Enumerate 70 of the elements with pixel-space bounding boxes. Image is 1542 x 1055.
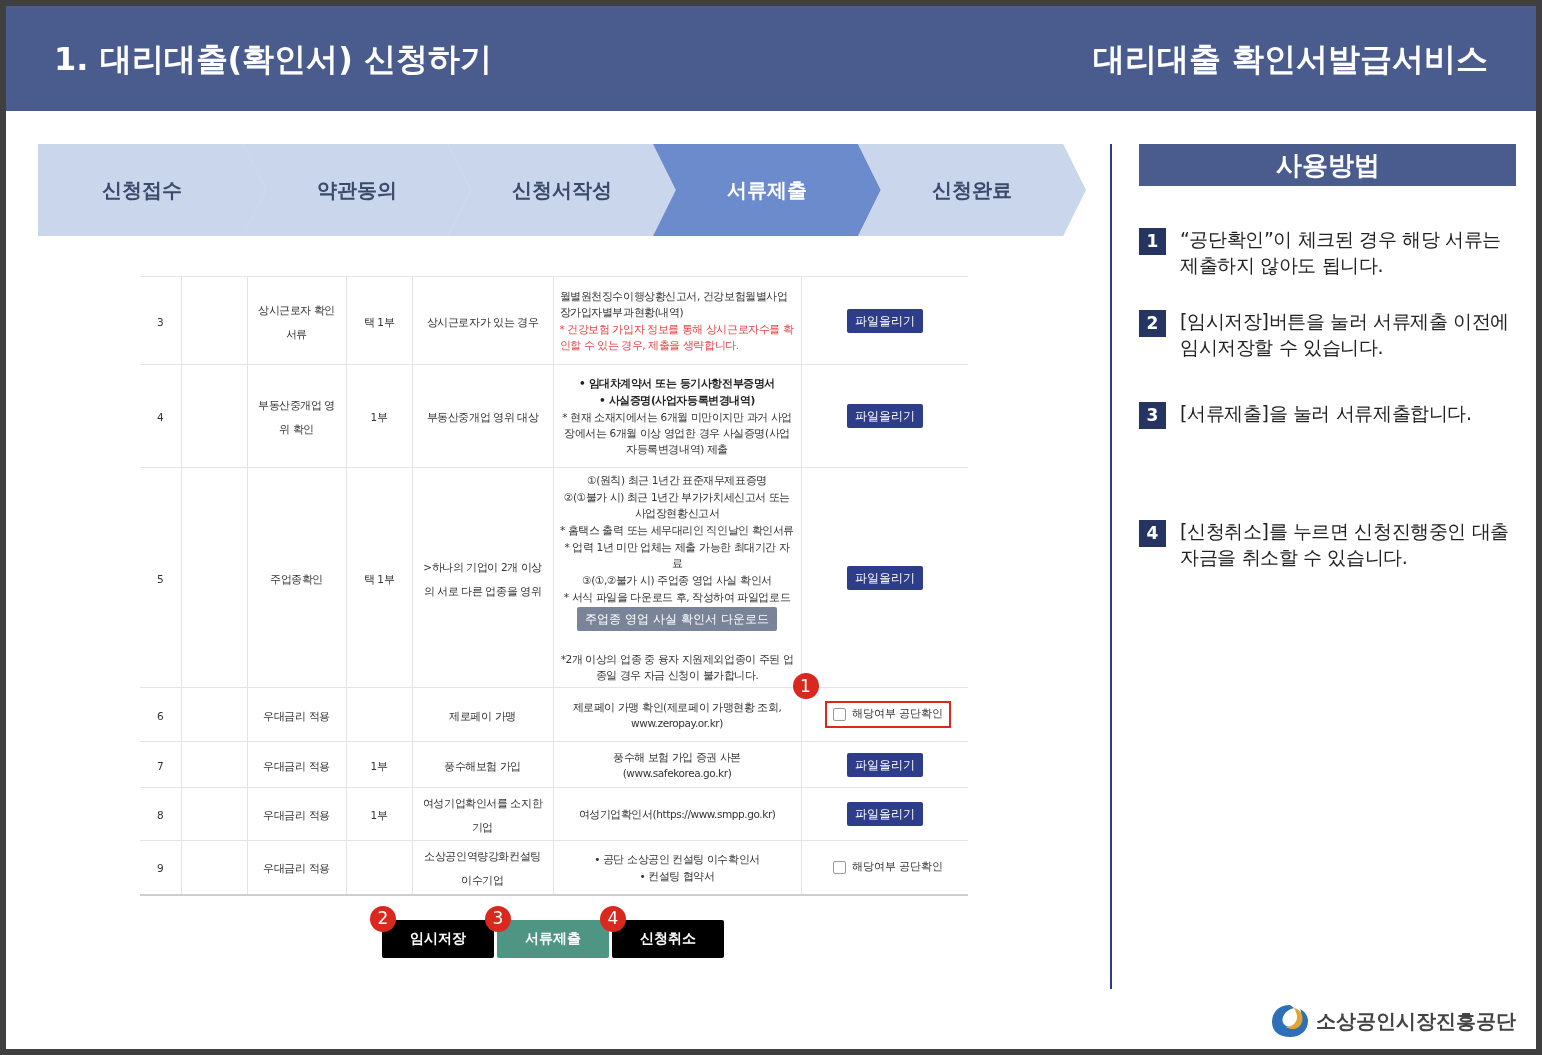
upload-button[interactable]: 파일올리기: [846, 752, 923, 777]
upload-button[interactable]: 파일올리기: [846, 308, 923, 333]
checkbox[interactable]: [832, 708, 846, 721]
row-number: 8: [157, 809, 164, 821]
category-cell: 우대금리 적용: [263, 759, 330, 772]
checkbox-label: 해당여부 공단확인: [851, 859, 943, 875]
document-text: ③(①,②불가 시) 주업종 영업 사실 확인서: [581, 573, 773, 588]
target-cell: >하나의 기업이 2개 이상의 서로 다른 업종을 영위: [423, 560, 542, 597]
guide-text: [신청취소]를 누르면 신청진행중인 대출자금을 취소할 수 있습니다.: [1180, 519, 1510, 570]
target-cell: 소상공인역량강화컨설팅 이수기업: [424, 850, 541, 887]
step-number: 2: [1139, 310, 1166, 337]
step-number: 3: [1139, 402, 1166, 429]
document-text: 풍수해 보험 가입 증권 사본 (www.safekorea.go.kr): [611, 749, 743, 781]
copies-cell: 1부: [370, 809, 388, 821]
copies-cell: 택 1부: [363, 315, 395, 328]
document-text: * 업력 1년 미만 업체는 제출 가능한 최대기간 자료: [563, 540, 791, 571]
document-text: • 컨설팅 협약서: [638, 868, 716, 884]
upload-button[interactable]: 파일올리기: [846, 802, 923, 826]
document-text: ①(원칙) 최근 1년간 표준재무제표증명: [586, 473, 768, 488]
row-number: 6: [157, 709, 164, 722]
step-number: 1: [1139, 228, 1166, 255]
document-text: 월별원천징수이행상황신고서, 건강보험월별사업장가입자별부과현황(내역): [559, 289, 789, 320]
download-button[interactable]: 주업종 영업 사실 확인서 다운로드: [577, 607, 777, 631]
target-cell: 풍수해보험 가입: [444, 759, 521, 772]
number-badge: 3: [485, 905, 511, 932]
upload-button[interactable]: 파일올리기: [846, 404, 923, 428]
document-text: * 홈택스 출력 또는 세무대리인 직인날인 확인서류: [559, 523, 795, 538]
guide-text: “공단확인”이 체크된 경우 해당 서류는 제출하지 않아도 됩니다.: [1180, 227, 1502, 278]
category-cell: 부동산중개업 영위 확인: [258, 399, 335, 435]
upload-button[interactable]: 파일올리기: [846, 565, 923, 590]
document-text: *2개 이상의 업종 중 융자 지원제외업종이 주된 업종일 경우 자금 신청이 불가합니다.: [559, 652, 795, 683]
document-text: * 서식 파일을 다운로드 후, 작성하여 파일업로드: [562, 590, 792, 605]
document-text: • 사실증명(사업자등록변경내역): [598, 393, 756, 408]
checkbox[interactable]: [832, 860, 846, 874]
document-text: • 임대차계약서 또는 등기사항전부증명서: [578, 376, 776, 391]
target-cell: 상시근로자가 있는 경우: [426, 315, 539, 328]
document-text: 여성기업확인서(https://www.smpp.go.kr): [577, 807, 777, 822]
category-cell: 상시근로자 확인서류: [258, 303, 335, 340]
category-cell: 우대금리 적용: [263, 709, 330, 722]
category-cell: 우대금리 적용: [263, 809, 330, 821]
target-cell: 부동산중개업 영위 대상: [426, 411, 539, 423]
row-number: 9: [157, 862, 164, 875]
number-badge: 1: [792, 673, 819, 700]
document-text: ②(①불가 시) 최근 1년간 부가가치세신고서 또는 사업장현황신고서: [562, 490, 792, 521]
row-number: 7: [157, 759, 164, 772]
row-number: 3: [157, 315, 164, 328]
copies-cell: 1부: [370, 411, 388, 423]
document-text: • 공단 소상공인 컨설팅 이수확인서: [593, 851, 761, 867]
page-title: 1. 대리대출(확인서) 신청하기: [54, 38, 492, 80]
category-cell: 주업종확인: [270, 572, 323, 585]
logo-icon: [1270, 1003, 1310, 1039]
guide-text: [임시저장]버튼을 눌러 서류제출 이전에 임시저장할 수 있습니다.: [1180, 309, 1510, 360]
note-text: * 건강보험 가입자 정보를 통해 상시근로자수를 확인할 수 있는 경우, 제출을 생략합니다.: [559, 322, 795, 353]
number-badge: 4: [600, 905, 626, 932]
copies-cell: 1부: [370, 759, 388, 772]
document-text: * 현재 소재지에서는 6개월 미만이지만 과거 사업장에서는 6개월 이상 영업한 경우 사실증명(사업자등록변경내역) 제출: [561, 410, 793, 457]
guide-title: 사용방법: [1139, 144, 1516, 186]
category-cell: 우대금리 적용: [263, 862, 330, 875]
target-cell: 제로페이 가맹: [449, 709, 516, 722]
step-number: 4: [1139, 520, 1166, 547]
service-title: 대리대출 확인서발급서비스: [1092, 38, 1488, 80]
document-text: 제로페이 가맹 확인(제로페이 가맹현황 조회, www.zeropay.or.kr): [571, 699, 783, 731]
target-cell: 여성기업확인서를 소지한 기업: [422, 797, 543, 833]
row-number: 5: [157, 572, 164, 585]
number-badge: 2: [370, 905, 396, 932]
copies-cell: 택 1부: [363, 572, 395, 585]
checkbox-label: 해당여부 공단확인: [851, 706, 943, 723]
row-number: 4: [157, 411, 164, 423]
logo-text: 소상공인시장진흥공단: [1316, 1008, 1516, 1035]
guide-text: [서류제출]을 눌러 서류제출합니다.: [1180, 401, 1472, 426]
